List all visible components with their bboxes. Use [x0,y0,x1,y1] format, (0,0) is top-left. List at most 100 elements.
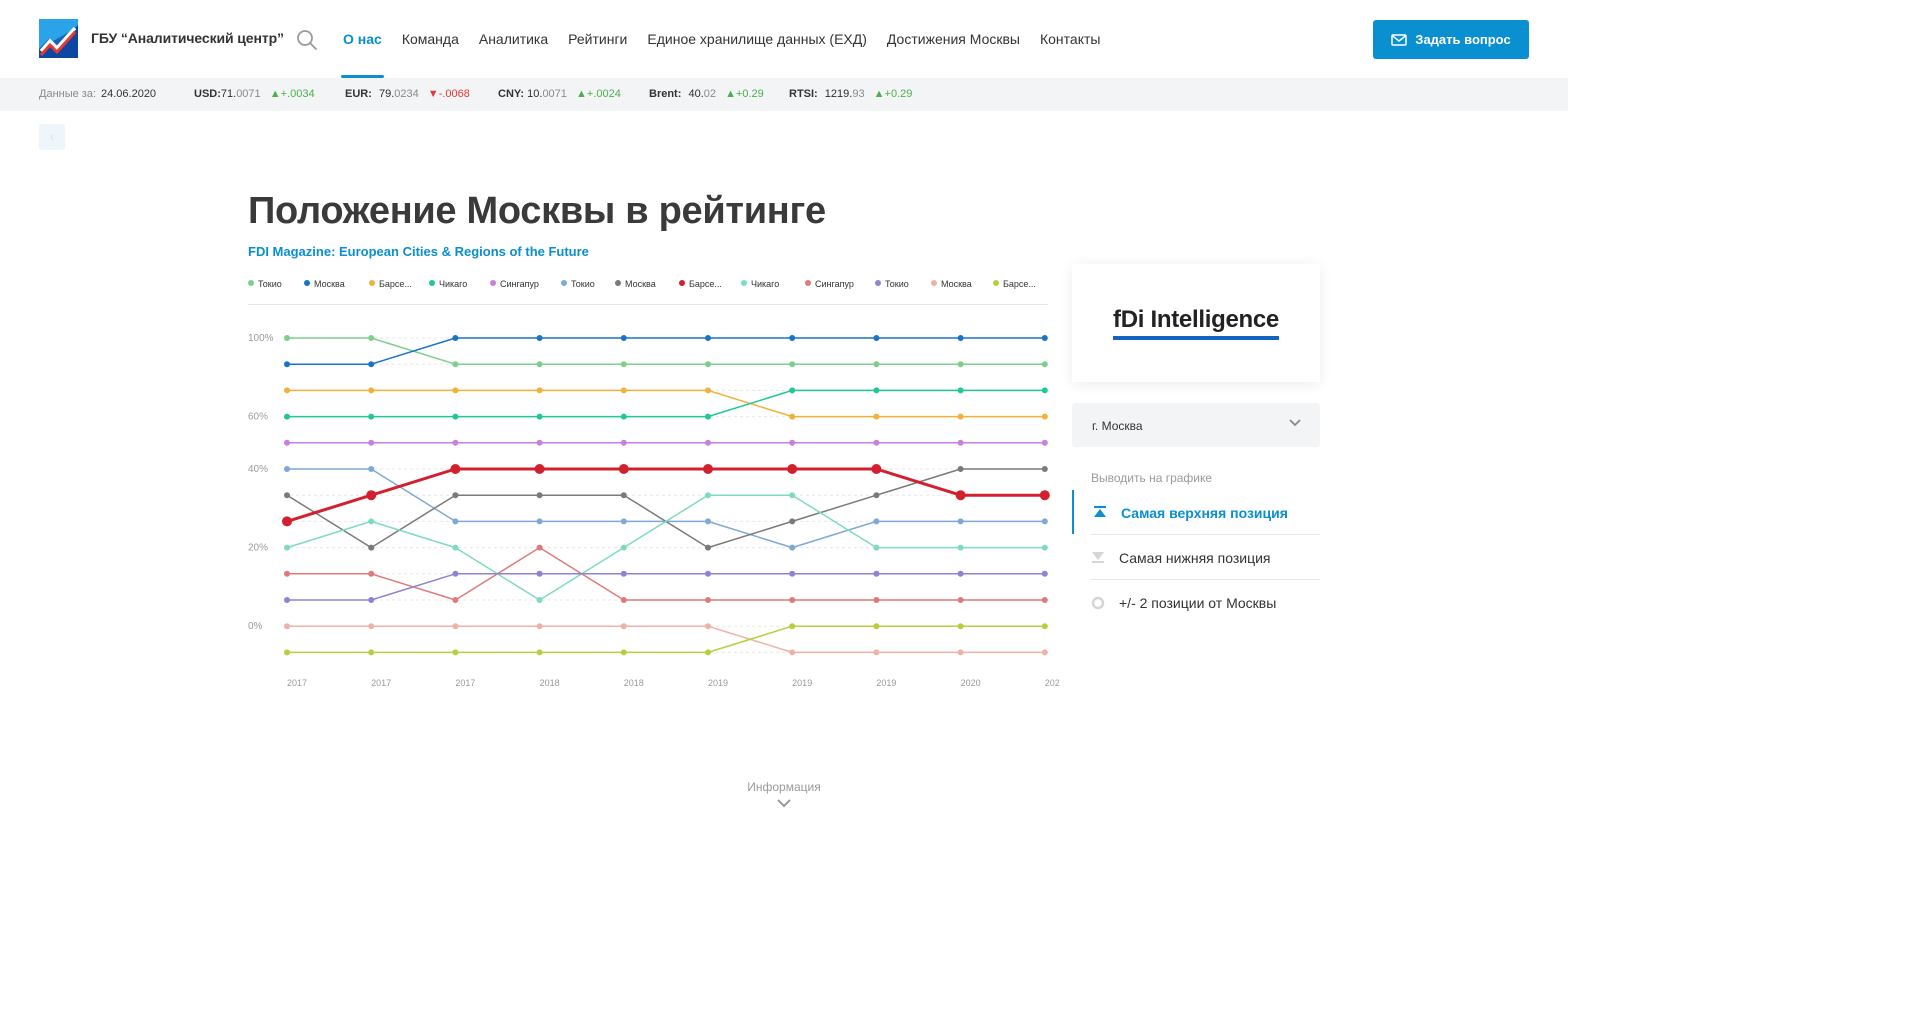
data-point[interactable] [618,464,629,474]
data-point[interactable] [957,335,964,341]
nav-contacts[interactable]: Контакты [1040,0,1100,78]
nav-team[interactable]: Команда [402,0,459,78]
data-point[interactable] [452,439,459,446]
data-point[interactable] [536,649,543,656]
data-point[interactable] [368,361,375,368]
nav-ratings[interactable]: Рейтинги [568,0,627,78]
data-point[interactable] [368,518,375,525]
data-point[interactable] [368,439,375,446]
data-point[interactable] [789,597,796,603]
data-point[interactable] [620,492,627,499]
legend-item[interactable]: Москва [931,279,972,289]
data-point[interactable] [620,597,627,603]
data-point[interactable] [620,439,627,446]
data-point[interactable] [705,387,711,394]
data-point[interactable] [789,413,796,420]
data-point[interactable] [368,413,375,420]
data-point[interactable] [789,387,796,394]
option-around-moscow[interactable]: +/- 2 позиции от Москвы [1072,580,1320,624]
data-point[interactable] [620,387,627,394]
data-point[interactable] [705,570,711,577]
legend-item[interactable]: Токио [248,279,282,289]
logo-icon[interactable] [39,19,78,58]
data-point[interactable] [368,387,375,394]
data-point[interactable] [620,518,627,525]
data-point[interactable] [536,623,543,630]
data-point[interactable] [620,649,627,656]
data-point[interactable] [873,570,880,577]
data-point[interactable] [536,492,543,499]
data-point[interactable] [705,413,711,420]
legend-item[interactable]: Барсе... [993,279,1036,289]
data-point[interactable] [620,570,627,577]
data-point[interactable] [957,361,964,368]
data-point[interactable] [536,544,543,551]
data-point[interactable] [705,623,711,630]
data-point[interactable] [789,361,796,368]
data-point[interactable] [873,413,880,420]
data-point[interactable] [871,464,882,474]
data-point[interactable] [957,623,964,630]
legend-item[interactable]: Токио [875,279,909,289]
data-point[interactable] [703,464,713,474]
data-point[interactable] [368,623,375,630]
data-point[interactable] [1041,649,1048,656]
data-point[interactable] [705,439,711,446]
data-point[interactable] [789,649,796,656]
data-point[interactable] [789,439,796,446]
data-point[interactable] [536,413,543,420]
data-point[interactable] [873,597,880,603]
data-point[interactable] [452,518,459,525]
data-point[interactable] [957,466,964,472]
data-point[interactable] [1041,335,1048,341]
data-point[interactable] [705,544,711,551]
ask-question-button[interactable]: Задать вопрос [1373,20,1529,59]
data-point[interactable] [368,544,375,551]
data-point[interactable] [1041,597,1048,603]
data-point[interactable] [1041,387,1048,394]
data-point[interactable] [620,623,627,630]
legend-item[interactable]: Чикаго [741,279,779,289]
data-point[interactable] [368,466,375,472]
data-point[interactable] [957,649,964,656]
data-point[interactable] [789,570,796,577]
data-point[interactable] [284,544,290,551]
data-point[interactable] [1041,361,1048,368]
series-line[interactable] [287,337,1045,365]
data-point[interactable] [873,492,880,499]
data-point[interactable] [536,518,543,525]
legend-item[interactable]: Барсе... [369,279,412,289]
data-point[interactable] [284,387,290,394]
nav-about[interactable]: О нас [341,0,384,78]
legend-item[interactable]: Москва [615,279,656,289]
data-point[interactable] [955,490,966,501]
data-point[interactable] [873,387,880,394]
nav-data-storage[interactable]: Единое хранилище данных (ЕХД) [647,0,867,78]
data-point[interactable] [705,492,711,499]
data-point[interactable] [1041,413,1048,420]
data-point[interactable] [957,518,964,525]
legend-item[interactable]: Москва [304,279,345,289]
data-point[interactable] [366,490,377,501]
nav-analytics[interactable]: Аналитика [479,0,548,78]
series-line[interactable] [287,389,1045,418]
data-point[interactable] [957,570,964,577]
data-point[interactable] [705,597,711,603]
data-point[interactable] [873,439,880,446]
data-point[interactable] [284,466,290,472]
data-point[interactable] [873,623,880,630]
data-point[interactable] [368,649,375,656]
data-point[interactable] [1041,570,1048,577]
data-point[interactable] [452,361,459,368]
data-point[interactable] [1039,490,1050,501]
brand-name[interactable]: ГБУ “Аналитический центр” [91,30,284,46]
series-line[interactable] [286,468,1045,549]
series-line[interactable] [287,625,1045,654]
data-point[interactable] [284,597,290,603]
legend-item[interactable]: Сингапур [490,279,539,289]
data-point[interactable] [536,439,543,446]
data-point[interactable] [873,335,880,341]
data-point[interactable] [789,518,796,525]
legend-item[interactable]: Сингапур [805,279,854,289]
option-bottom-position[interactable]: Самая нижняя позиция [1072,535,1320,579]
